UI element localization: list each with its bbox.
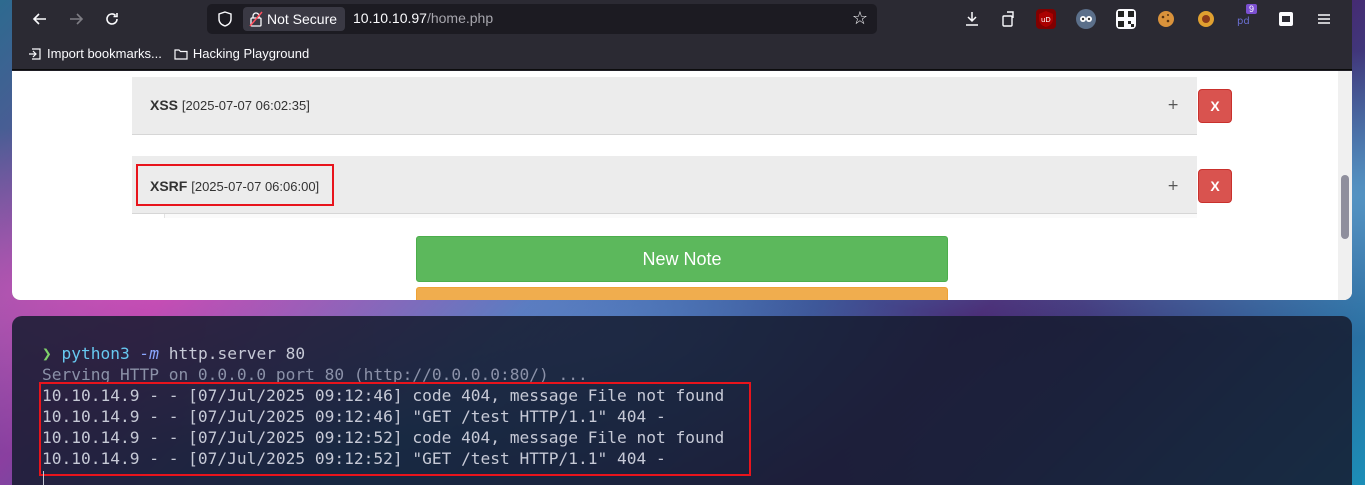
url-text[interactable]: 10.10.10.97/home.php	[353, 10, 493, 26]
terminal-window[interactable]: ❯ python3 -m http.server 80 Serving HTTP…	[12, 316, 1352, 485]
secondary-action-button[interactable]	[416, 287, 948, 300]
menu-icon[interactable]	[1312, 7, 1336, 31]
folder-icon	[174, 48, 188, 60]
command-line: ❯ python3 -m http.server 80	[42, 344, 305, 363]
command-args: http.server 80	[168, 344, 306, 363]
bookmark-label: Import bookmarks...	[47, 46, 162, 61]
command-name: python3	[61, 344, 130, 363]
extension-icon[interactable]: pd 9	[1236, 4, 1258, 29]
calendar-icon[interactable]	[1276, 9, 1296, 29]
url-bar[interactable]: Not Secure 10.10.10.97/home.php ☆	[207, 4, 877, 34]
bookmarks-toolbar: Import bookmarks... Hacking Playground	[12, 38, 1352, 70]
expand-icon[interactable]: +	[1167, 178, 1179, 194]
import-icon	[29, 47, 41, 60]
security-label: Not Secure	[267, 11, 338, 27]
reload-icon[interactable]	[100, 7, 124, 31]
bookmark-star-icon[interactable]: ☆	[849, 8, 871, 30]
annotation-highlight	[39, 382, 751, 476]
extension-badge: 9	[1246, 4, 1258, 14]
expand-icon[interactable]: +	[1167, 97, 1179, 113]
share-icon[interactable]	[996, 7, 1020, 31]
note-content-edge	[164, 214, 1197, 218]
new-note-button[interactable]: New Note	[416, 236, 948, 282]
note-heading: XSS [2025-07-07 06:02:35]	[150, 97, 310, 113]
security-indicator[interactable]: Not Secure	[243, 7, 345, 31]
browser-window: Not Secure 10.10.10.97/home.php ☆ uD pd …	[12, 0, 1352, 300]
note-title: XSS	[150, 97, 179, 113]
note-item[interactable]: XSS [2025-07-07 06:02:35] +	[132, 77, 1197, 135]
extension-icon[interactable]	[1196, 9, 1216, 29]
url-host: 10.10.10.97	[353, 10, 427, 26]
cookie-icon[interactable]	[1156, 9, 1176, 29]
bookmark-folder[interactable]: Hacking Playground	[174, 46, 309, 61]
shield-icon[interactable]	[215, 9, 235, 29]
prompt-symbol: ❯	[42, 344, 52, 363]
url-path: /home.php	[426, 10, 494, 26]
lock-warning-icon	[249, 11, 263, 27]
scrollbar-thumb[interactable]	[1341, 175, 1349, 239]
web-page: XSS [2025-07-07 06:02:35] + X XSRF [2025…	[12, 71, 1352, 300]
svg-text:uD: uD	[1041, 16, 1051, 24]
extension-icon[interactable]	[1076, 9, 1096, 29]
terminal-cursor	[43, 471, 44, 485]
annotation-highlight	[136, 164, 334, 206]
forward-arrow-icon[interactable]	[64, 7, 88, 31]
qr-icon[interactable]	[1116, 9, 1136, 29]
command-flag: -m	[139, 344, 159, 363]
note-date: [2025-07-07 06:02:35]	[181, 98, 310, 113]
bookmark-label: Hacking Playground	[192, 46, 310, 61]
back-arrow-icon[interactable]	[28, 7, 52, 31]
browser-toolbar: Not Secure 10.10.10.97/home.php ☆ uD pd …	[12, 0, 1352, 38]
bookmark-import[interactable]: Import bookmarks...	[28, 46, 162, 61]
delete-note-button[interactable]: X	[1198, 169, 1232, 203]
svg-text:pd: pd	[1237, 16, 1250, 27]
scrollbar[interactable]	[1338, 71, 1352, 300]
delete-note-button[interactable]: X	[1198, 89, 1232, 123]
downloads-icon[interactable]	[960, 7, 984, 31]
ublock-icon[interactable]: uD	[1036, 9, 1056, 29]
